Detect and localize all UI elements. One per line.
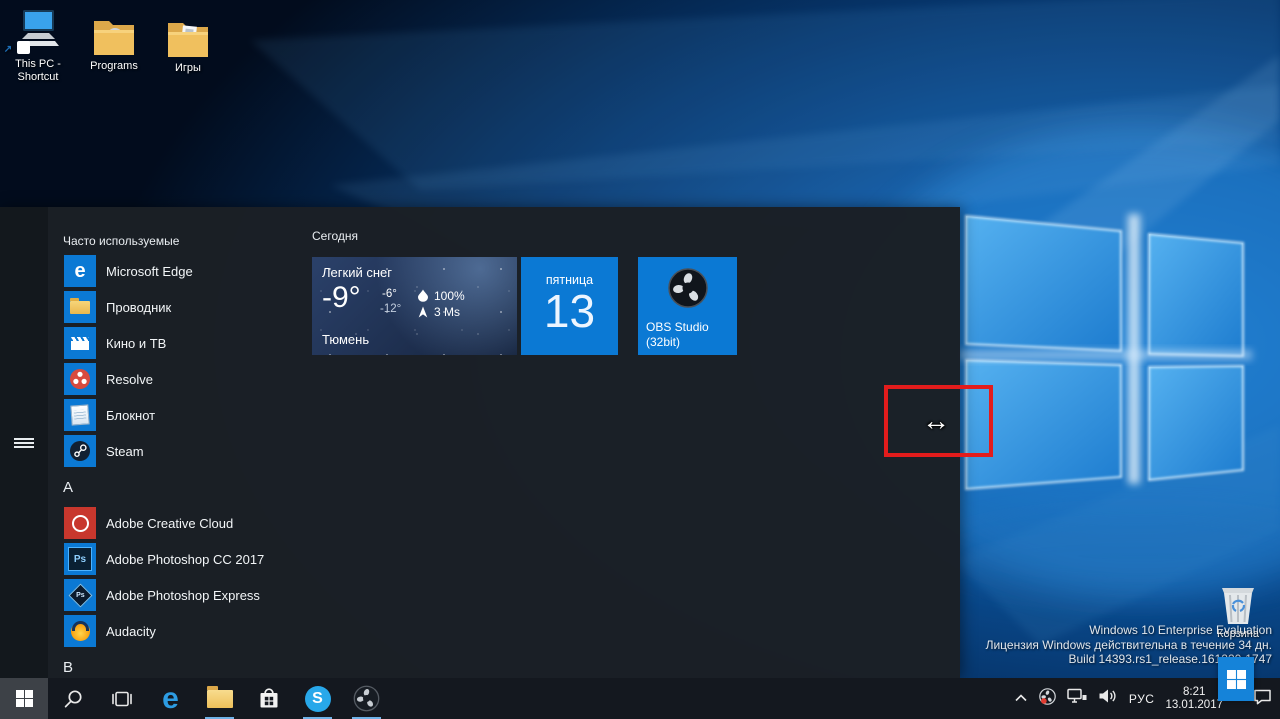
- obs-recording-icon: [1039, 687, 1056, 705]
- start-menu-rail: [0, 207, 48, 678]
- shortcut-arrow-icon: ↗: [3, 44, 13, 55]
- store-icon: [260, 688, 277, 708]
- taskbar-obs-button[interactable]: [342, 678, 391, 719]
- programs-folder-icon: [91, 8, 137, 58]
- tray-chevron-button[interactable]: [1014, 690, 1028, 708]
- obs-studio-tile[interactable]: OBS Studio (32bit): [638, 257, 737, 355]
- action-center-icon: [1254, 689, 1271, 704]
- obs-tile-label: OBS Studio (32bit): [646, 320, 709, 349]
- tray-time: 8:21: [1183, 685, 1206, 698]
- app-item-resolve[interactable]: Resolve: [48, 361, 323, 397]
- games-folder-icon: [165, 10, 211, 60]
- tray-obs-button[interactable]: [1039, 687, 1056, 710]
- weather-low: -12°: [380, 303, 402, 315]
- start-menu-app-list: Часто используемые e Microsoft Edge Пров…: [48, 229, 323, 685]
- taskbar-store-button[interactable]: [244, 678, 293, 719]
- action-center-button[interactable]: [1253, 688, 1272, 710]
- desktop-icon-label: This PC - Shortcut: [15, 58, 61, 83]
- tray-date: 13.01.2017: [1165, 698, 1223, 711]
- language-indicator[interactable]: РУС: [1129, 692, 1155, 706]
- tray-volume-button[interactable]: [1098, 688, 1118, 709]
- weather-temperature: -9°: [322, 281, 361, 314]
- network-icon: [1067, 688, 1087, 703]
- weather-condition: Легкий снег: [322, 265, 392, 280]
- weather-wind: 3 Ms: [434, 305, 461, 319]
- app-item-movies-tv[interactable]: Кино и ТВ: [48, 325, 323, 361]
- app-item-adobe-creative-cloud[interactable]: Adobe Creative Cloud: [48, 505, 323, 541]
- windows-desktop: ↗ This PC - Shortcut Programs Игры Корзи…: [0, 0, 1280, 719]
- recycle-bin-icon: [1214, 576, 1262, 626]
- skype-icon: S: [304, 685, 331, 712]
- this-pc-icon: ↗: [4, 6, 63, 56]
- obs-logo-icon: [667, 267, 709, 314]
- app-item-photoshop-cc[interactable]: Ps Adobe Photoshop CC 2017: [48, 541, 323, 577]
- app-item-audacity[interactable]: Audacity: [48, 613, 323, 649]
- weather-precipitation: 100%: [434, 289, 465, 303]
- hamburger-icon: [14, 436, 34, 450]
- creative-cloud-icon: [64, 507, 96, 539]
- weather-high: -6°: [382, 288, 397, 300]
- windows-flag-icon: [1226, 669, 1246, 689]
- desktop-icon-this-pc[interactable]: ↗ This PC - Shortcut: [2, 6, 74, 84]
- windows-logo-badge[interactable]: [1218, 657, 1254, 701]
- tile-group-header[interactable]: Сегодня: [312, 229, 358, 243]
- app-item-photoshop-express[interactable]: Ps Adobe Photoshop Express: [48, 577, 323, 613]
- app-item-steam[interactable]: Steam: [48, 433, 323, 469]
- task-view-button[interactable]: [97, 678, 146, 719]
- taskbar-clock[interactable]: 8:21 13.01.2017: [1165, 686, 1223, 712]
- taskbar: e S РУС 8:21 13.01.2017: [0, 678, 1280, 719]
- chevron-up-icon: [1015, 693, 1027, 701]
- edge-icon: e: [162, 681, 179, 715]
- wind-direction-icon: [418, 305, 428, 323]
- notepad-icon: [64, 399, 96, 431]
- taskbar-edge-button[interactable]: e: [146, 678, 195, 719]
- task-view-icon: [111, 691, 132, 706]
- photoshop-icon: Ps: [64, 543, 96, 575]
- weather-city: Тюмень: [322, 332, 370, 347]
- desktop-icon-programs[interactable]: Programs: [78, 8, 150, 73]
- file-explorer-icon: [64, 291, 96, 323]
- start-button[interactable]: [0, 678, 48, 719]
- audacity-icon: [64, 615, 96, 647]
- resolve-icon: [64, 363, 96, 395]
- watermark-line: Windows 10 Enterprise Evaluation: [1089, 623, 1272, 637]
- taskbar-skype-button[interactable]: S: [293, 678, 342, 719]
- watermark-line: Лицензия Windows действительна в течение…: [985, 637, 1272, 652]
- calendar-tile[interactable]: пятница 13: [521, 257, 618, 355]
- taskbar-explorer-button[interactable]: [195, 678, 244, 719]
- tray-network-button[interactable]: [1067, 688, 1087, 709]
- steam-icon: [64, 435, 96, 467]
- windows-logo-icon: [15, 690, 33, 707]
- frequent-apps-header: Часто используемые: [63, 234, 180, 248]
- search-icon: [64, 689, 82, 707]
- app-item-microsoft-edge[interactable]: e Microsoft Edge: [48, 253, 323, 289]
- weather-tile[interactable]: Легкий снег -9° -6° -12° 100% 3 Ms Тюмен…: [312, 257, 517, 355]
- section-header-a[interactable]: A: [48, 469, 323, 505]
- movies-tv-icon: [64, 327, 96, 359]
- taskbar-search-button[interactable]: [48, 678, 97, 719]
- desktop-icon-games[interactable]: Игры: [152, 10, 224, 75]
- app-item-notepad[interactable]: Блокнот: [48, 397, 323, 433]
- desktop-icon-label: Игры: [175, 62, 201, 74]
- photoshop-express-icon: Ps: [64, 579, 96, 611]
- edge-icon: e: [64, 255, 96, 287]
- desktop-icon-label: Programs: [90, 60, 138, 72]
- file-explorer-icon: [206, 685, 233, 708]
- calendar-day: 13: [543, 285, 596, 337]
- app-item-explorer[interactable]: Проводник: [48, 289, 323, 325]
- volume-icon: [1099, 689, 1116, 703]
- resize-cursor-icon: ↔: [922, 405, 950, 436]
- obs-icon: [353, 685, 380, 712]
- hamburger-menu-button[interactable]: [0, 421, 48, 465]
- start-menu: Часто используемые e Microsoft Edge Пров…: [0, 207, 960, 678]
